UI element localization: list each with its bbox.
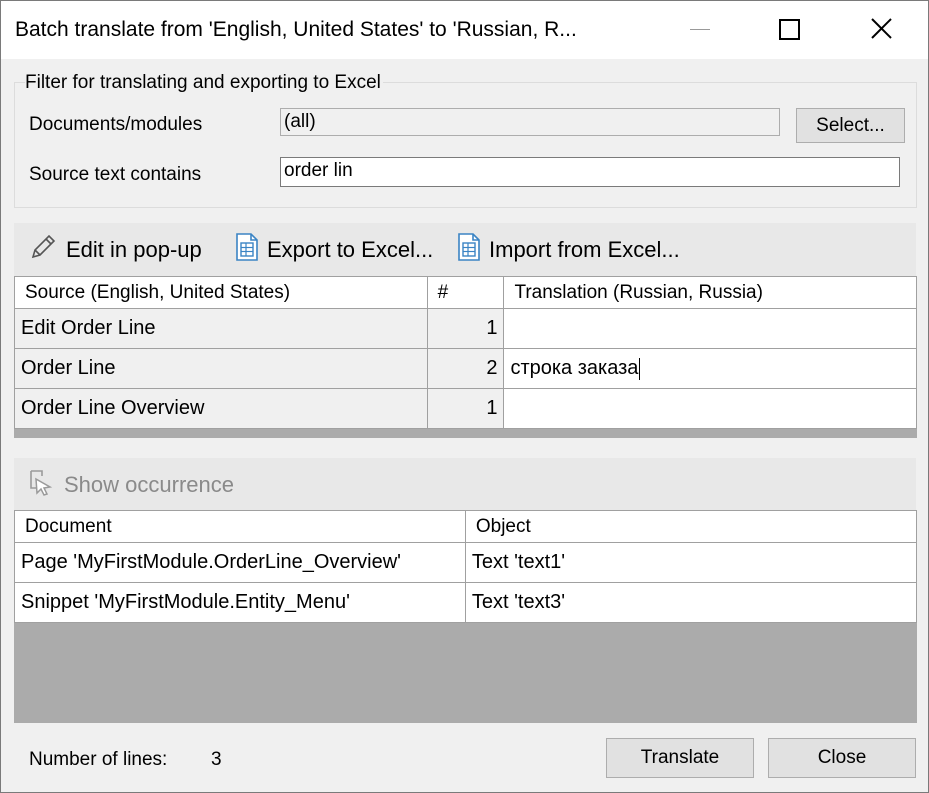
export-excel-button[interactable]: Export to Excel...: [235, 223, 433, 276]
table-row[interactable]: Order Line Overview 1: [14, 388, 917, 429]
minimize-button: [671, 1, 733, 59]
batch-translate-dialog: Batch translate from 'English, United St…: [0, 0, 929, 793]
object-cell[interactable]: Text 'text3': [464, 582, 918, 623]
close-window-button[interactable]: [851, 1, 913, 59]
export-excel-label: Export to Excel...: [267, 236, 434, 262]
object-cell[interactable]: Text 'text1': [464, 542, 918, 583]
edit-popup-button[interactable]: Edit in pop-up: [28, 223, 202, 276]
window-title: Batch translate from 'English, United St…: [15, 18, 577, 41]
column-header-source[interactable]: Source (English, United States): [14, 276, 428, 309]
source-cell[interactable]: Order Line Overview: [14, 388, 428, 429]
translation-cell[interactable]: [503, 308, 917, 349]
translations-table: Source (English, United States) # Transl…: [14, 276, 917, 429]
text-caret: [639, 357, 641, 380]
number-of-lines-label: Number of lines:: [29, 749, 168, 770]
show-occurrence-button[interactable]: Show occurrence: [28, 458, 234, 511]
translate-button[interactable]: Translate: [606, 738, 754, 778]
occurrence-grid: Document Object Page 'MyFirstModule.Orde…: [14, 510, 918, 723]
translations-header-row: Source (English, United States) # Transl…: [14, 276, 917, 309]
import-excel-button[interactable]: Import from Excel...: [457, 223, 680, 276]
source-cell[interactable]: Edit Order Line: [14, 308, 428, 349]
filter-group: [14, 82, 917, 208]
translations-grid: Source (English, United States) # Transl…: [14, 276, 917, 438]
spreadsheet-icon: [235, 232, 259, 267]
show-occurrence-icon: [28, 468, 56, 502]
table-row[interactable]: Page 'MyFirstModule.OrderLine_Overview' …: [14, 542, 918, 583]
column-header-count[interactable]: #: [426, 276, 505, 309]
minimize-icon: [690, 29, 710, 30]
show-occurrence-label: Show occurrence: [64, 471, 234, 497]
source-cell[interactable]: Order Line: [14, 348, 428, 389]
table-row[interactable]: Snippet 'MyFirstModule.Entity_Menu' Text…: [14, 582, 918, 623]
translation-toolbar: Edit in pop-up Export to Excel... Import…: [14, 223, 916, 276]
maximize-button[interactable]: [758, 1, 820, 59]
edit-popup-label: Edit in pop-up: [66, 236, 202, 262]
document-cell[interactable]: Page 'MyFirstModule.OrderLine_Overview': [14, 542, 466, 583]
pencil-icon: [28, 232, 58, 268]
count-cell[interactable]: 1: [426, 308, 505, 349]
maximize-icon: [779, 19, 800, 40]
close-icon: [871, 18, 892, 39]
source-text-input[interactable]: order lin: [280, 157, 900, 187]
number-of-lines-value: 3: [211, 749, 222, 770]
documents-label: Documents/modules: [29, 114, 203, 135]
translation-cell[interactable]: [503, 388, 917, 429]
source-text-label: Source text contains: [29, 164, 202, 185]
occurrence-table: Document Object Page 'MyFirstModule.Orde…: [14, 510, 918, 623]
select-button[interactable]: Select...: [796, 108, 905, 143]
count-cell[interactable]: 2: [426, 348, 505, 389]
documents-field: (all): [280, 108, 780, 136]
occurrence-toolbar: Show occurrence: [14, 458, 916, 511]
column-header-translation[interactable]: Translation (Russian, Russia): [503, 276, 917, 309]
column-header-document[interactable]: Document: [14, 510, 466, 543]
spreadsheet-icon: [457, 232, 481, 267]
close-button[interactable]: Close: [768, 738, 916, 778]
translation-cell-editing[interactable]: строка заказа: [503, 348, 917, 389]
document-cell[interactable]: Snippet 'MyFirstModule.Entity_Menu': [14, 582, 466, 623]
table-row[interactable]: Edit Order Line 1: [14, 308, 917, 349]
count-cell[interactable]: 1: [426, 388, 505, 429]
column-header-object[interactable]: Object: [464, 510, 918, 543]
import-excel-label: Import from Excel...: [489, 236, 680, 262]
title-bar: Batch translate from 'English, United St…: [1, 1, 928, 59]
translation-edit-text: строка заказа: [510, 357, 639, 379]
occurrence-header-row: Document Object: [14, 510, 918, 543]
filter-group-title: Filter for translating and exporting to …: [25, 72, 383, 94]
table-row[interactable]: Order Line 2 строка заказа: [14, 348, 917, 389]
